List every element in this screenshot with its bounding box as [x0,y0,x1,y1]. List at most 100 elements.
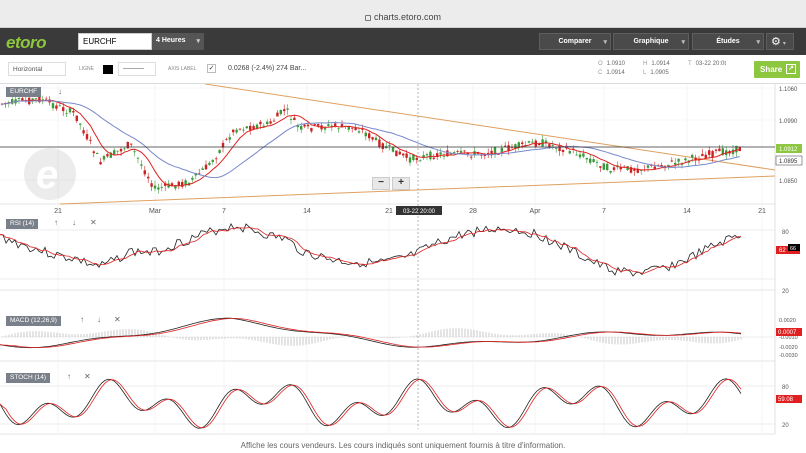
candle-body [459,150,463,153]
arrow-down-icon[interactable]: ↓ [97,315,101,324]
arrow-down-icon[interactable]: ↓ [72,218,76,227]
candle-body [45,98,48,100]
zoom-out-button[interactable]: − [372,177,390,190]
studies-button[interactable]: Études ▾ [692,33,764,50]
candle-body [589,158,592,163]
candle-body [371,137,374,140]
url-text: charts.etoro.com [373,12,442,22]
stoch-badge-label: 59.08 [778,397,794,403]
candle-body [504,145,507,147]
candle-body [269,121,272,124]
disclaimer-text: Affiche les cours vendeurs. Les cours in… [240,441,566,450]
candle-body [674,162,677,165]
candle-body [381,143,384,149]
x-tick-label: 7 [222,208,226,215]
draw-mode-label: Horizontal [13,66,43,73]
close-icon[interactable]: ✕ [84,372,91,381]
candle-body [208,162,211,165]
candle-body [211,160,214,162]
candle-body [17,98,21,100]
candle-body [238,128,242,130]
crosshair-date-label: 03-22 20:00 [403,209,436,215]
etoro-logo[interactable]: etoro [6,33,47,53]
candle-body [351,127,354,129]
candle-body [218,149,221,153]
stoch-tick-label: 20 [782,423,789,429]
macd-panel-label[interactable]: MACD (12,26,9) [6,316,61,326]
candle-body [551,144,554,146]
arrow-up-icon[interactable]: ↑ [67,372,71,381]
candle-body [96,152,99,154]
candle-body [317,124,320,126]
chart-type-button[interactable]: Graphique ▾ [613,33,689,50]
x-tick-label: 14 [683,208,691,215]
candle-body [51,103,55,109]
x-tick-label: 21 [54,208,62,215]
candle-body [75,115,78,122]
timeframe-label: 4 Heures [156,37,186,44]
chart-area[interactable]: e 21 Mar 7 14 21 28 Apr 7 14 21 03-22 20:00 1.1060 1… [0,83,806,439]
candle-body [402,153,405,156]
arrow-up-icon[interactable]: ↑ [80,315,84,324]
candle-body [11,99,14,104]
candle-body [266,121,269,125]
candle-body [235,129,238,133]
axis-label-checkbox[interactable]: ✓ [207,64,216,73]
browser-url-bar[interactable]: charts.etoro.com [0,0,806,28]
candle-body [204,164,208,170]
chevron-down-icon: ▾ [603,39,607,46]
candle-body [378,139,381,148]
candle-body [718,148,721,152]
zoom-in-button[interactable]: + [392,177,410,190]
price-tick-label: 1.0850 [779,179,798,185]
candle-body [92,151,95,154]
svg-text:e: e [36,153,58,197]
share-button[interactable]: Share ↗ [754,61,800,78]
arrow-up-icon[interactable]: ↑ [54,218,58,227]
candle-body [646,165,650,168]
candle-body [177,181,180,186]
candle-body [555,148,558,149]
candle-body [609,171,612,173]
line-style-select[interactable]: ——— [118,62,156,76]
macd-badge-label: 0.0007 [778,330,797,336]
chart-canvas[interactable]: e 21 Mar 7 14 21 28 Apr 7 14 21 03-22 20:00 1.1060 1… [0,83,806,439]
close-icon[interactable]: ✕ [114,315,121,324]
x-tick-label: 28 [469,208,477,215]
settings-button[interactable]: ⚙ ▾ [766,33,794,50]
main-panel-label[interactable]: EURCHF [6,87,42,97]
candle-body [606,163,609,170]
arrow-down-icon[interactable]: ↓ [58,87,62,96]
candle-body [323,127,327,130]
symbol-input[interactable] [78,33,152,50]
compare-label: Comparer [558,38,592,45]
axis-label-text: AXIS LABEL [168,66,197,72]
candle-body [602,163,605,170]
candle-body [738,147,741,152]
candle-body [286,108,289,110]
draw-mode-select[interactable]: Horizontal [8,62,66,76]
candle-body [599,166,602,168]
share-icon: ↗ [786,64,796,74]
candle-body [585,158,588,160]
candle-body [691,154,694,158]
ema-line [1,99,740,187]
rsi-tick-label: 20 [782,289,789,295]
stoch-panel-label[interactable]: STOCH (14) [6,373,50,383]
candle-body [68,108,72,113]
candle-body [116,150,119,152]
candle-body [708,150,711,155]
price-tick-label: 1.1060 [779,87,798,93]
candle-body [215,158,218,160]
line-color-swatch[interactable] [103,65,113,74]
compare-button[interactable]: Comparer ▾ [539,33,611,50]
candle-body [595,161,599,163]
rsi-panel-label[interactable]: RSI (14) [6,219,39,229]
candle-body [419,160,422,162]
candle-body [225,139,228,141]
candle-body [102,156,106,160]
close-icon[interactable]: ✕ [90,218,97,227]
timeframe-dropdown[interactable]: 4 Heures ▾ [152,33,204,50]
candle-body [368,133,371,139]
candle-body [531,141,534,143]
